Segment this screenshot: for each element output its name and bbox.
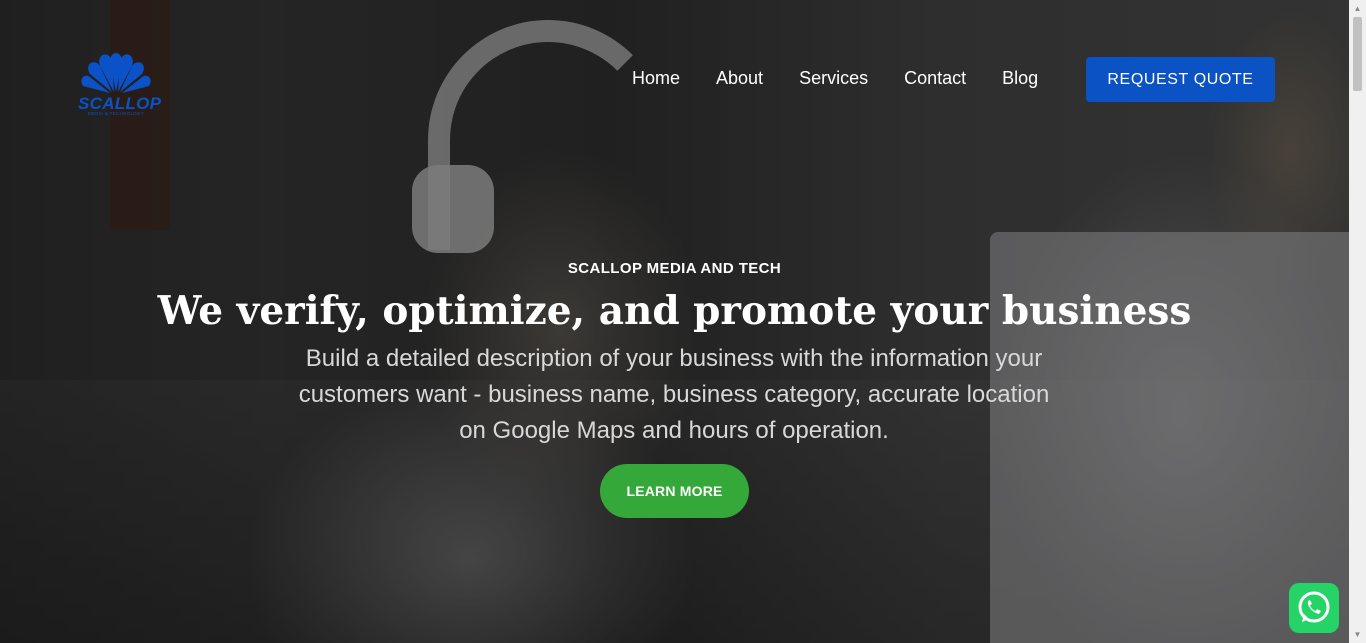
whatsapp-icon	[1298, 591, 1330, 623]
nav-item-services[interactable]: Services	[799, 68, 868, 92]
hero-headline: We verify, optimize, and promote your bu…	[157, 288, 1192, 334]
hero-description: Build a detailed description of your bus…	[298, 345, 1050, 444]
nav-item-blog[interactable]: Blog	[1002, 68, 1038, 92]
scroll-down-icon[interactable]: ▼	[1349, 626, 1366, 643]
page-scrollbar[interactable]: ▲ ▼	[1349, 0, 1366, 643]
brand-tagline: MEDIA & TECHNOLOGY	[87, 111, 145, 116]
nav-item-contact[interactable]: Contact	[904, 68, 966, 92]
site-logo[interactable]: SCALLOP MEDIA & TECHNOLOGY	[78, 40, 161, 120]
nav-item-home[interactable]: Home	[632, 68, 680, 92]
whatsapp-chat-button[interactable]	[1289, 583, 1339, 633]
scallop-shell-icon	[81, 53, 151, 93]
hero-kicker: SCALLOP MEDIA AND TECH	[567, 260, 782, 277]
scrollbar-thumb[interactable]	[1353, 17, 1362, 91]
request-quote-button[interactable]: REQUEST QUOTE	[1086, 57, 1275, 102]
scroll-up-icon[interactable]: ▲	[1349, 0, 1366, 17]
learn-more-button[interactable]: LEARN MORE	[600, 464, 749, 518]
nav-item-about[interactable]: About	[716, 68, 763, 92]
nav-list: Home About Services Contact Blog	[632, 68, 1074, 92]
